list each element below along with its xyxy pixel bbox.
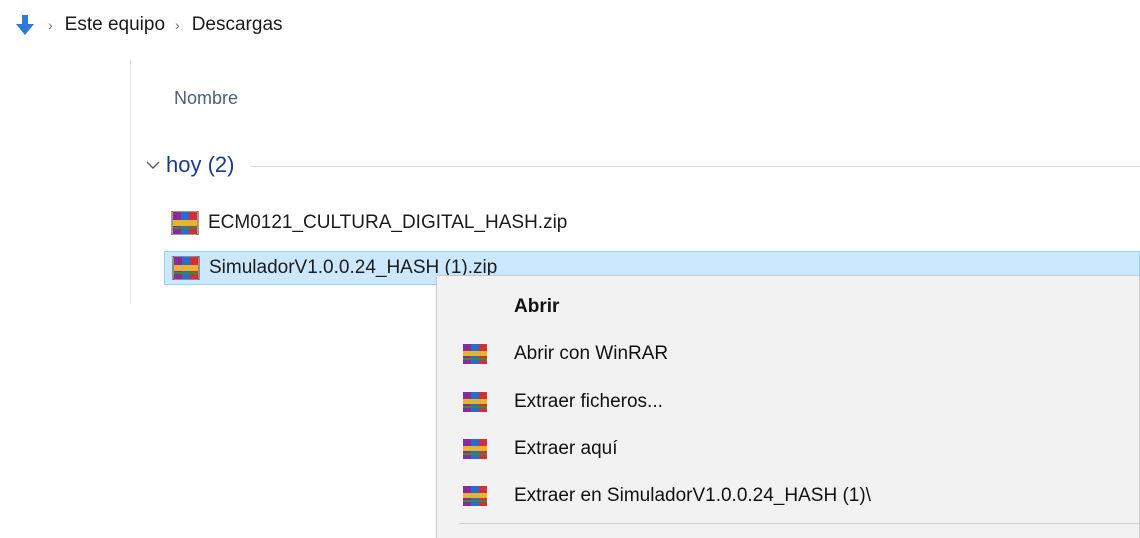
menu-item-label: Extraer en SimuladorV1.0.0.24_HASH (1)\ [514, 485, 871, 506]
menu-item-label: Abrir con WinRAR [514, 343, 669, 364]
menu-item-open-with-winrar[interactable]: Abrir con WinRAR [437, 331, 1139, 377]
menu-item-extract-to-folder[interactable]: Extraer en SimuladorV1.0.0.24_HASH (1)\ [437, 473, 1139, 519]
download-arrow-icon[interactable] [12, 10, 38, 40]
winrar-icon [461, 390, 489, 414]
winrar-icon [461, 437, 489, 461]
menu-separator [459, 523, 1139, 524]
menu-item-label: Abrir [514, 296, 560, 317]
context-menu: Abrir Abrir con WinRAR Extraer ficheros.… [436, 275, 1140, 538]
winrar-icon [461, 342, 489, 366]
group-header-today[interactable]: hoy (2) [145, 152, 1140, 178]
menu-item-extract-files[interactable]: Extraer ficheros... [437, 379, 1139, 425]
menu-item-label: Extraer ficheros... [514, 391, 663, 412]
file-explorer-window: › Este equipo › Descargas Nombre hoy (2) [0, 0, 1140, 538]
column-header-name[interactable]: Nombre [174, 88, 238, 109]
breadcrumb-separator[interactable]: › [48, 17, 53, 33]
winrar-archive-icon [171, 256, 203, 280]
group-label: hoy (2) [166, 152, 235, 177]
menu-item-open[interactable]: Abrir [437, 284, 1139, 330]
breadcrumb-item-descargas[interactable]: Descargas [192, 14, 283, 36]
winrar-icon [461, 484, 489, 508]
breadcrumb-separator[interactable]: › [175, 17, 180, 33]
file-name: ECM0121_CULTURA_DIGITAL_HASH.zip [208, 212, 568, 233]
group-divider-line [250, 166, 1140, 167]
menu-item-label: Extraer aquí [514, 438, 618, 459]
breadcrumb: › Este equipo › Descargas [12, 10, 283, 40]
winrar-archive-icon [170, 211, 202, 235]
breadcrumb-item-este-equipo[interactable]: Este equipo [65, 14, 165, 36]
navigation-pane-divider[interactable] [130, 60, 131, 304]
menu-item-extract-here[interactable]: Extraer aquí [437, 426, 1139, 472]
chevron-down-icon[interactable] [145, 157, 161, 173]
file-row[interactable]: ECM0121_CULTURA_DIGITAL_HASH.zip [164, 206, 1140, 240]
